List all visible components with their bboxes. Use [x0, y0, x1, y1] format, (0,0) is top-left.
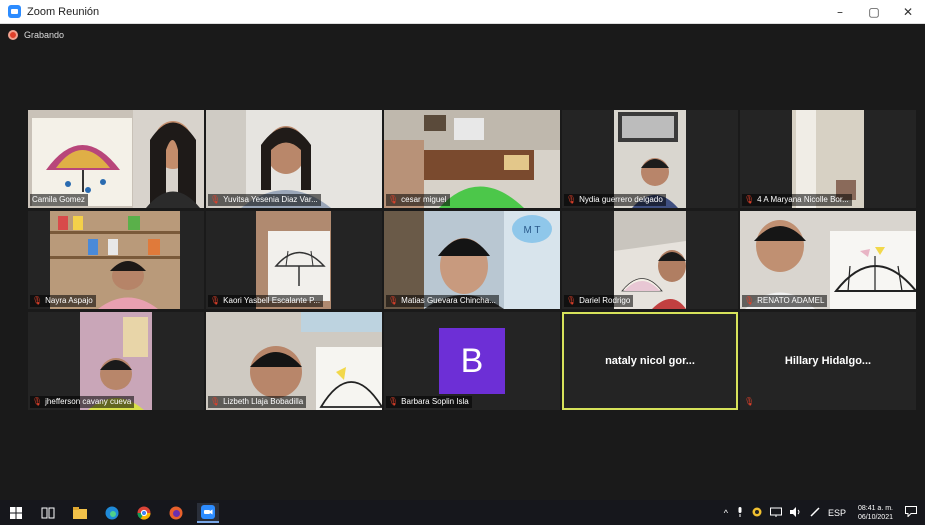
muted-mic-icon: 🎙 — [210, 195, 221, 204]
participant-name: 🎙 Kaori Yasbell Escalante P... — [208, 295, 324, 307]
participant-name-text: Lizbeth Llaja Bobadilla — [223, 397, 304, 406]
video-tile[interactable]: B 🎙 Barbara Soplin Isla — [384, 312, 560, 410]
muted-mic-icon: 🎙 — [388, 397, 399, 406]
participant-name: 🎙 Dariel Rodrigo — [564, 295, 634, 307]
participant-name-text: cesar miguel — [401, 195, 447, 204]
participant-name-text: Camila Gomez — [32, 195, 85, 204]
participant-name-large: nataly nicol gor... — [605, 355, 695, 367]
video-tile[interactable]: 🎙 Kaori Yasbell Escalante P... — [206, 211, 382, 309]
zoom-icon[interactable] — [197, 502, 219, 523]
clock-time: 08:41 a. m. — [857, 504, 893, 512]
show-hidden-icons-chevron[interactable]: ^ — [724, 508, 728, 518]
participant-name: 🎙 RENATO ADAMEL — [742, 295, 828, 307]
recording-label: Grabando — [24, 30, 65, 40]
active-speaker-tile[interactable]: nataly nicol gor... — [562, 312, 738, 410]
participant-name-text: jhefferson cavany cueva — [45, 397, 132, 406]
recording-icon — [8, 30, 18, 40]
participant-name: 🎙 Matias Guevara Chincha... — [386, 295, 499, 307]
participant-name-text: Dariel Rodrigo — [579, 296, 631, 305]
antivirus-icon[interactable] — [752, 507, 762, 519]
windows-icon[interactable] — [5, 503, 27, 523]
language-indicator[interactable]: ESP — [828, 508, 846, 518]
minimize-button[interactable]: – — [823, 0, 857, 24]
participant-name: 🎙 cesar miguel — [386, 194, 450, 206]
volume-icon[interactable] — [789, 506, 802, 519]
pen-icon[interactable] — [810, 506, 820, 519]
participant-name: 🎙 jhefferson cavany cueva — [30, 396, 135, 408]
participant-name: 🎙 Barbara Soplin Isla — [386, 396, 472, 408]
recording-indicator[interactable]: Grabando — [8, 30, 64, 40]
participant-name-text: Nydia guerrero delgado — [579, 195, 663, 204]
participant-name-text: Yuvitsa Yesenia Diaz Var... — [223, 195, 318, 204]
mute-indicator: 🎙 — [742, 396, 760, 408]
muted-mic-icon: 🎙 — [388, 195, 399, 204]
file-explorer-icon[interactable] — [69, 503, 91, 523]
muted-mic-icon: 🎙 — [744, 195, 755, 204]
participant-name-text: Barbara Soplin Isla — [401, 397, 469, 406]
video-tile[interactable]: 🎙 Dariel Rodrigo — [562, 211, 738, 309]
participant-name-text: RENATO ADAMEL — [757, 296, 825, 305]
edge-icon[interactable] — [101, 503, 123, 523]
muted-mic-icon: 🎙 — [744, 397, 755, 406]
zoom-window: Zoom Reunión – ▢ ✕ Grabando Camila Gomez… — [0, 0, 925, 525]
video-tile[interactable]: 🎙 cesar miguel — [384, 110, 560, 208]
muted-mic-icon: 🎙 — [210, 397, 221, 406]
poster-text: M T — [523, 225, 540, 236]
chrome-icon[interactable] — [133, 503, 155, 523]
participant-name: 🎙 Nayra Aspajo — [30, 295, 96, 307]
participant-name: 🎙 Yuvitsa Yesenia Diaz Var... — [208, 194, 321, 206]
video-tile[interactable]: 🎙 Yuvitsa Yesenia Diaz Var... — [206, 110, 382, 208]
window-controls: – ▢ ✕ — [823, 0, 925, 24]
video-tile[interactable]: 🎙 Lizbeth Llaja Bobadilla — [206, 312, 382, 410]
clock[interactable]: 08:41 a. m. 06/10/2021 — [858, 504, 893, 522]
participant-name: Camila Gomez — [30, 194, 88, 206]
video-tile[interactable]: 🎙 Nydia guerrero delgado — [562, 110, 738, 208]
muted-mic-icon: 🎙 — [388, 296, 399, 305]
video-tile[interactable]: 🎙 4 A Maryana Nicolle Bor... — [740, 110, 916, 208]
participant-name: 🎙 Lizbeth Llaja Bobadilla — [208, 396, 307, 408]
muted-mic-icon: 🎙 — [32, 296, 43, 305]
title-bar: Zoom Reunión – ▢ ✕ — [0, 0, 925, 24]
video-tile[interactable]: M T 🎙 Matias Guevara Chincha... — [384, 211, 560, 309]
system-tray: ^ ESP 08:41 a. m. 06/10/2021 — [720, 504, 925, 522]
video-tile[interactable]: 🎙 jhefferson cavany cueva — [28, 312, 204, 410]
muted-mic-icon: 🎙 — [566, 296, 577, 305]
participant-name-text: 4 A Maryana Nicolle Bor... — [757, 195, 849, 204]
video-tile[interactable]: Hillary Hidalgo... 🎙 — [740, 312, 916, 410]
firefox-icon[interactable] — [165, 503, 187, 523]
video-tile[interactable]: 🎙 Nayra Aspajo — [28, 211, 204, 309]
participant-name-text: Kaori Yasbell Escalante P... — [223, 296, 321, 305]
participant-name: 🎙 4 A Maryana Nicolle Bor... — [742, 194, 852, 206]
zoom-app-icon — [8, 5, 21, 18]
participant-name-large: Hillary Hidalgo... — [784, 355, 872, 367]
muted-mic-icon: 🎙 — [32, 397, 43, 406]
muted-mic-icon: 🎙 — [210, 296, 221, 305]
window-title: Zoom Reunión — [27, 5, 100, 18]
muted-mic-icon: 🎙 — [566, 195, 577, 204]
close-button[interactable]: ✕ — [891, 0, 925, 24]
avatar: B — [439, 328, 505, 394]
clock-date: 06/10/2021 — [857, 513, 893, 521]
network-icon[interactable] — [769, 507, 782, 519]
participant-name: 🎙 Nydia guerrero delgado — [564, 194, 666, 206]
taskbar: ^ ESP 08:41 a. m. 06/10/2021 — [0, 500, 925, 525]
task-view-icon[interactable] — [37, 503, 59, 523]
video-tile[interactable]: Camila Gomez — [28, 110, 204, 208]
microphone-icon[interactable] — [736, 506, 744, 519]
muted-mic-icon: 🎙 — [744, 296, 755, 305]
notifications-icon[interactable] — [905, 506, 917, 519]
maximize-button[interactable]: ▢ — [857, 0, 891, 24]
participant-name-text: Matias Guevara Chincha... — [401, 296, 496, 305]
participant-name-text: Nayra Aspajo — [45, 296, 93, 305]
video-tile[interactable]: 🎙 RENATO ADAMEL — [740, 211, 916, 309]
